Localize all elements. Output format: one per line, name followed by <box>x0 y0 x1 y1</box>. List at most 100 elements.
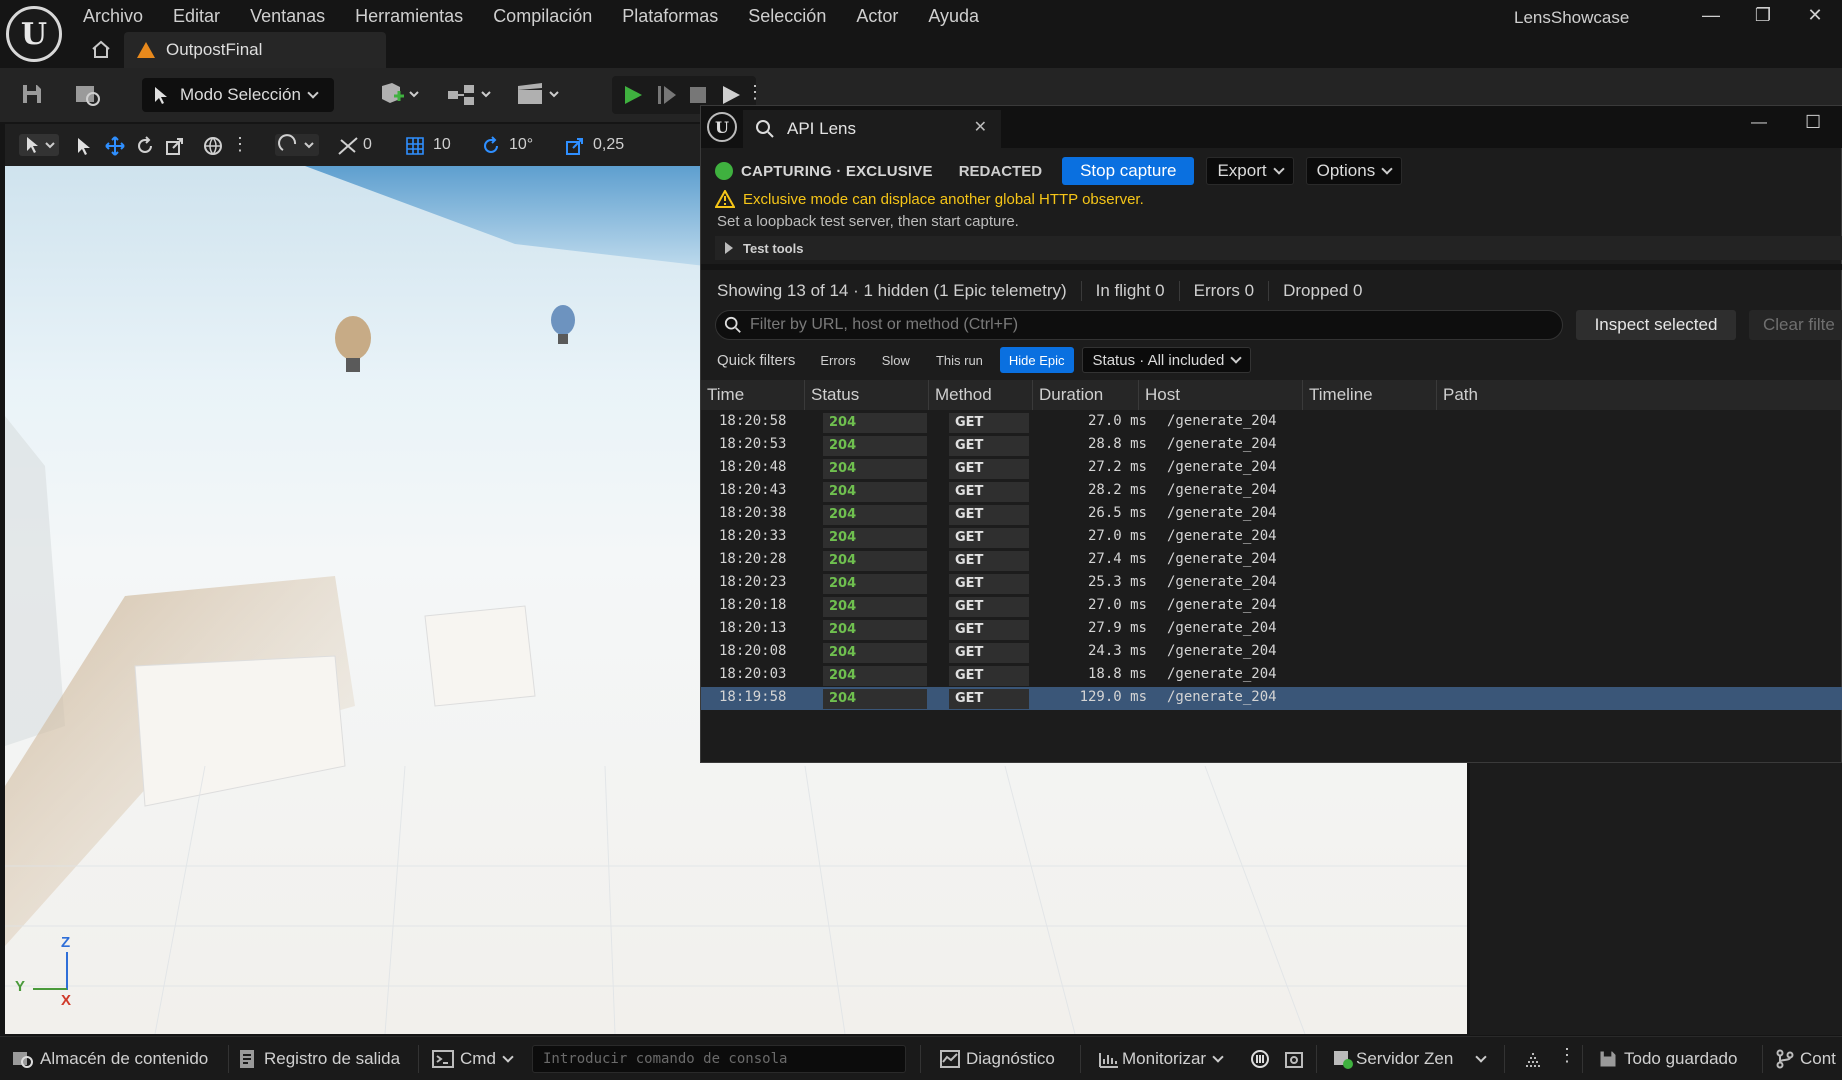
revision-control-button[interactable]: Cont <box>1776 1037 1836 1080</box>
table-row[interactable]: 18:20:28 204 GET 27.4 ms/generate_204 <box>701 549 1842 572</box>
cinematics-icon[interactable] <box>516 82 562 108</box>
table-row[interactable]: 18:20:18 204 GET 27.0 ms/generate_204 <box>701 595 1842 618</box>
table-row[interactable]: 18:20:43 204 GET 28.2 ms/generate_204 <box>701 480 1842 503</box>
menu-editar[interactable]: Editar <box>158 4 235 28</box>
cell-method: GET <box>949 666 1029 686</box>
step-icon[interactable] <box>656 84 678 106</box>
options-dropdown[interactable]: Options <box>1305 157 1403 185</box>
quick-filter-errors[interactable]: Errors <box>811 347 864 373</box>
screenshot-icon[interactable] <box>1284 1049 1304 1069</box>
save-icon[interactable] <box>20 82 44 106</box>
column-host[interactable]: Host <box>1139 380 1303 410</box>
column-timeline[interactable]: Timeline <box>1303 380 1437 410</box>
minimize-icon[interactable]: — <box>1751 114 1767 132</box>
table-row[interactable]: 18:20:08 204 GET 24.3 ms/generate_204 <box>701 641 1842 664</box>
stop-capture-button[interactable]: Stop capture <box>1062 157 1195 185</box>
content-browser-button[interactable]: Almacén de contenido <box>12 1037 208 1080</box>
zen-server-dropdown[interactable]: Servidor Zen <box>1332 1037 1487 1080</box>
column-duration[interactable]: Duration <box>1033 380 1139 410</box>
menu-actor[interactable]: Actor <box>841 4 913 28</box>
more-options-icon[interactable]: ⋮ <box>231 134 249 155</box>
world-space-icon[interactable] <box>203 136 223 156</box>
more-options-icon[interactable]: ⋮ <box>1558 1045 1576 1066</box>
column-status[interactable]: Status <box>805 380 929 410</box>
rotate-icon[interactable] <box>135 136 155 156</box>
unreal-logo-icon[interactable]: U <box>6 6 62 62</box>
rotation-snap-value[interactable]: 10° <box>509 136 533 154</box>
home-icon[interactable] <box>90 38 112 60</box>
monitor-dropdown[interactable]: Monitorizar <box>1098 1037 1224 1080</box>
cmd-dropdown[interactable]: Cmd <box>432 1037 514 1080</box>
pointer-icon[interactable] <box>75 136 93 156</box>
test-tools-expander[interactable]: Test tools <box>715 236 1842 260</box>
scale-snap-icon[interactable] <box>565 136 585 156</box>
close-tab-icon[interactable]: ✕ <box>974 117 987 137</box>
menu-compilacion[interactable]: Compilación <box>478 4 607 28</box>
cell-method: GET <box>949 482 1029 502</box>
column-time[interactable]: Time <box>701 380 805 410</box>
play-icon[interactable] <box>622 84 644 106</box>
minimize-icon[interactable]: — <box>1696 3 1726 27</box>
quick-filter-this-run[interactable]: This run <box>927 347 992 373</box>
rotation-snap-count-icon[interactable] <box>337 136 359 156</box>
menu-seleccion[interactable]: Selección <box>733 4 841 28</box>
filter-search-box <box>715 310 1563 340</box>
status-filter-label: Status · All included <box>1092 351 1225 369</box>
eject-icon[interactable] <box>720 84 742 106</box>
grid-snap-icon[interactable] <box>405 136 425 156</box>
table-row[interactable]: 18:20:58 204 GET 27.0 ms/generate_204 <box>701 411 1842 434</box>
trace-icon[interactable] <box>1250 1049 1270 1069</box>
menu-ayuda[interactable]: Ayuda <box>913 4 994 28</box>
quick-filter-slow[interactable]: Slow <box>873 347 919 373</box>
table-row[interactable]: 18:20:33 204 GET 27.0 ms/generate_204 <box>701 526 1842 549</box>
table-row[interactable]: 18:20:48 204 GET 27.2 ms/generate_204 <box>701 457 1842 480</box>
more-options-icon[interactable]: ⋮ <box>746 82 764 103</box>
divider <box>701 264 1842 270</box>
output-log-button[interactable]: Registro de salida <box>238 1037 400 1080</box>
table-row[interactable]: 18:20:03 204 GET 18.8 ms/generate_204 <box>701 664 1842 687</box>
diagnostics-button[interactable]: Diagnóstico <box>940 1037 1055 1080</box>
light-bulb-icon[interactable] <box>551 305 575 344</box>
search-icon <box>756 120 774 138</box>
add-actor-icon[interactable] <box>378 82 422 108</box>
menu-herramientas[interactable]: Herramientas <box>340 4 478 28</box>
scale-snap-value[interactable]: 0,25 <box>593 136 624 154</box>
source-control-icon[interactable] <box>1524 1050 1544 1068</box>
content-browser-icon[interactable] <box>74 82 102 108</box>
select-tool-icon[interactable] <box>19 134 59 156</box>
stats-row: Showing 13 of 14 · 1 hidden (1 Epic tele… <box>717 276 1391 306</box>
filter-input[interactable] <box>750 316 1550 334</box>
quick-filter-hide-epic[interactable]: Hide Epic <box>999 347 1074 373</box>
table-row[interactable]: 18:20:23 204 GET 25.3 ms/generate_204 <box>701 572 1842 595</box>
surface-snap-icon[interactable] <box>275 134 319 156</box>
status-filter-dropdown[interactable]: Status · All included <box>1081 347 1252 373</box>
menu-archivo[interactable]: Archivo <box>68 4 158 28</box>
snap-count-value[interactable]: 0 <box>363 136 372 154</box>
light-bulb-icon[interactable] <box>335 316 371 372</box>
save-all-button[interactable]: Todo guardado <box>1598 1037 1737 1080</box>
column-method[interactable]: Method <box>929 380 1033 410</box>
table-row[interactable]: 18:19:58 204 GET 129.0 ms/generate_204 <box>701 687 1842 710</box>
scale-icon[interactable] <box>165 136 185 156</box>
move-icon[interactable] <box>105 136 125 156</box>
mode-select-dropdown[interactable]: Modo Selección <box>142 78 334 112</box>
grid-snap-value[interactable]: 10 <box>433 136 451 154</box>
console-command-input[interactable] <box>532 1045 906 1073</box>
stop-icon[interactable] <box>688 85 708 105</box>
table-row[interactable]: 18:20:38 204 GET 26.5 ms/generate_204 <box>701 503 1842 526</box>
export-dropdown[interactable]: Export <box>1206 157 1294 185</box>
maximize-icon[interactable]: ☐ <box>1805 112 1821 133</box>
rotation-snap-icon[interactable] <box>481 136 501 156</box>
menu-plataformas[interactable]: Plataformas <box>607 4 733 28</box>
inspect-selected-button[interactable]: Inspect selected <box>1576 310 1736 340</box>
restore-icon[interactable]: ❐ <box>1748 3 1778 27</box>
tab-outpostfinal[interactable]: OutpostFinal <box>124 32 386 68</box>
menu-ventanas[interactable]: Ventanas <box>235 4 340 28</box>
blueprint-icon[interactable] <box>446 82 494 108</box>
column-path[interactable]: Path <box>1437 380 1842 410</box>
close-icon[interactable]: ✕ <box>1800 3 1830 27</box>
clear-filters-button[interactable]: Clear filte <box>1749 310 1842 340</box>
table-row[interactable]: 18:20:13 204 GET 27.9 ms/generate_204 <box>701 618 1842 641</box>
lens-tab[interactable]: API Lens ✕ <box>743 110 1001 148</box>
table-row[interactable]: 18:20:53 204 GET 28.8 ms/generate_204 <box>701 434 1842 457</box>
